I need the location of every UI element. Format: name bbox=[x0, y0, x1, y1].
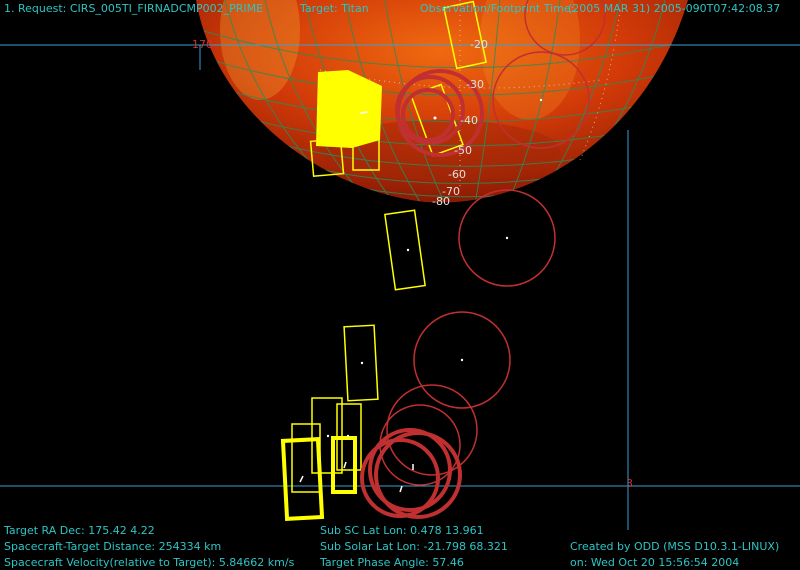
lat-label: -20 bbox=[470, 38, 488, 51]
yellow-footprints-bold bbox=[280, 436, 357, 521]
target-phase-angle: Target Phase Angle: 57.46 bbox=[320, 556, 464, 569]
sub-sc-lat-lon: Sub SC Lat Lon: 0.478 13.961 bbox=[320, 524, 484, 537]
observation-time-value: (2005 MAR 31) 2005-090T07:42:08.37 bbox=[568, 2, 781, 15]
created-by: Created by ODD (MSS D10.3.1-LINUX) bbox=[570, 540, 780, 553]
footprint-filled bbox=[316, 70, 382, 148]
sc-target-distance: Spacecraft-Target Distance: 254334 km bbox=[4, 540, 222, 553]
observation-scene bbox=[0, 0, 800, 530]
lat-label: -30 bbox=[466, 78, 484, 91]
target-ra-dec: Target RA Dec: 175.42 4.22 bbox=[4, 524, 155, 537]
axis-label-right: 3 bbox=[626, 477, 633, 490]
request-label: 1. Request: CIRS_005TI_FIRNADCMP002_PRIM… bbox=[4, 2, 264, 15]
lat-label: -60 bbox=[448, 168, 466, 181]
observation-time-label: Observation/Footprint Time: bbox=[420, 2, 575, 15]
lat-label: -80 bbox=[432, 195, 450, 208]
created-on: on: Wed Oct 20 15:56:54 2004 bbox=[570, 556, 740, 569]
lat-label: -40 bbox=[460, 114, 478, 127]
sub-solar-lat-lon: Sub Solar Lat Lon: -21.798 68.321 bbox=[320, 540, 508, 553]
axis-label-top: 170 bbox=[192, 38, 213, 51]
target-label: Target: Titan bbox=[300, 2, 369, 15]
sc-velocity: Spacecraft Velocity(relative to Target):… bbox=[4, 556, 295, 569]
lat-label: -50 bbox=[454, 144, 472, 157]
